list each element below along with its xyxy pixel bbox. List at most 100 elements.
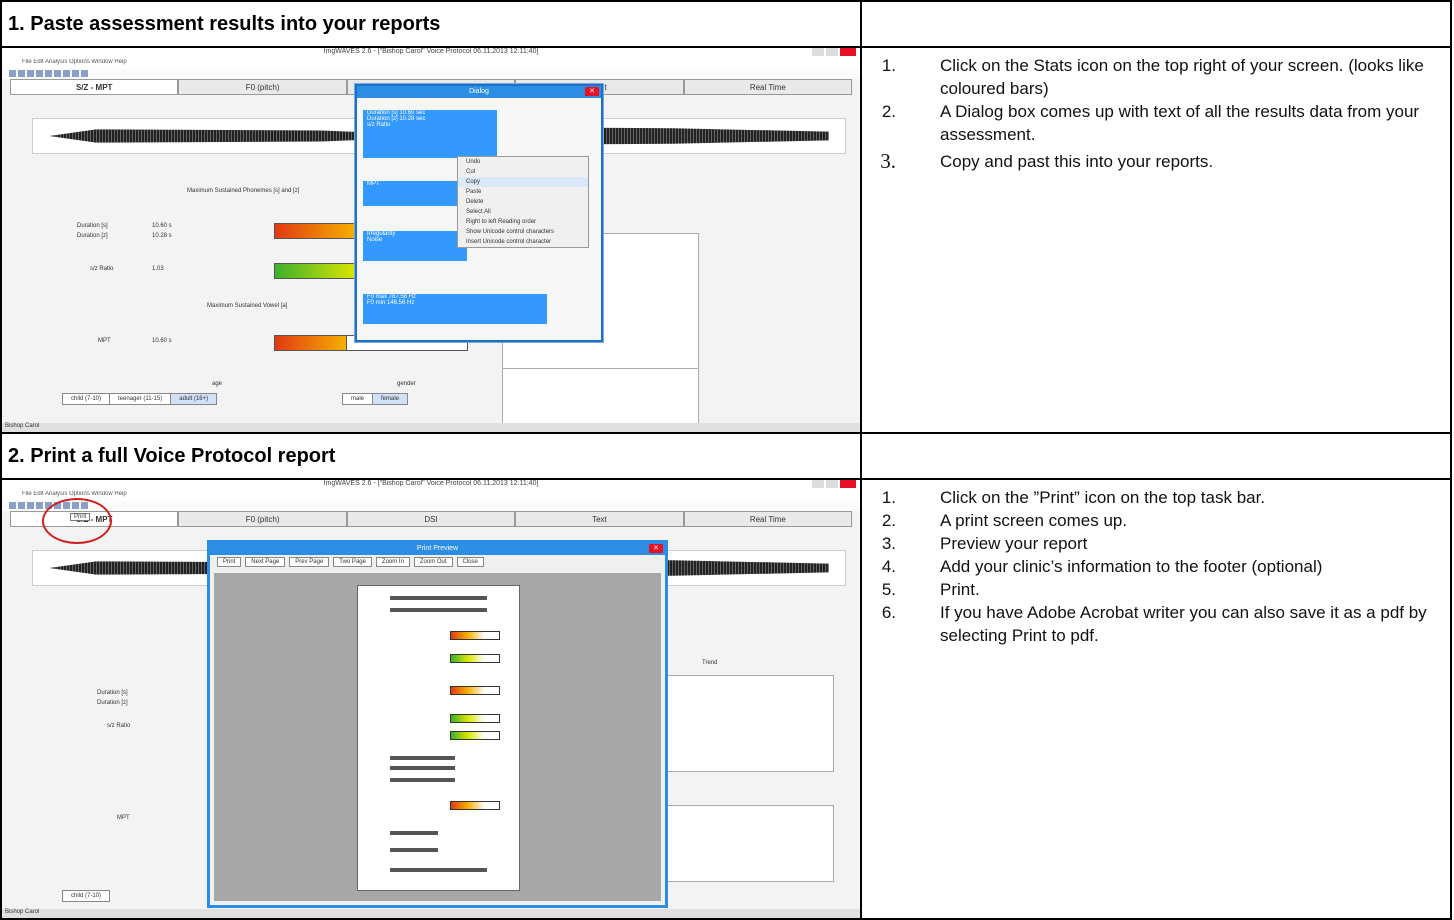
section2-header-empty bbox=[860, 432, 1452, 480]
preview-prev-button: Prev Page bbox=[289, 557, 330, 567]
section2-step-4: 4. Add your clinic’s information to the f… bbox=[862, 555, 1450, 578]
zoom-icon bbox=[54, 70, 61, 77]
window-controls bbox=[810, 480, 856, 490]
zoom-icon bbox=[45, 70, 52, 77]
section1-header-row: 1. Paste assessment results into your re… bbox=[0, 0, 1452, 48]
preview-area bbox=[214, 573, 661, 901]
trend-chart bbox=[662, 675, 834, 772]
section1-step-1: 1. Click on the Stats icon on the top rig… bbox=[862, 54, 1450, 100]
menu-item-select-all: Select All bbox=[466, 209, 491, 215]
tab-text: Text bbox=[515, 511, 684, 527]
mpt-value: 10.60 s bbox=[152, 338, 172, 344]
dur-z-label: Duration [z] bbox=[77, 233, 108, 239]
dur-s-label: Duration [s] bbox=[77, 223, 108, 229]
step-number: 3. bbox=[881, 534, 896, 553]
app-statusbar: Bishop Carol bbox=[2, 423, 860, 432]
report-bar bbox=[449, 731, 500, 740]
report-bar bbox=[449, 686, 500, 695]
section2-step-3: 3. Preview your report bbox=[862, 532, 1450, 555]
dialog-selection-1: Duration [s] 10.60 sec Duration [z] 10.2… bbox=[363, 110, 497, 158]
save-icon bbox=[27, 70, 34, 77]
menu-item-undo: Undo bbox=[466, 159, 481, 165]
step-text: Add your clinic’s information to the foo… bbox=[940, 557, 1323, 576]
section2-body-row: ImgWAVES 2.6 - ["Bishop Carol" Voice Pro… bbox=[0, 478, 1452, 920]
section2-step-5: 5. Print. bbox=[862, 578, 1450, 601]
dialog-selection-2: MPT bbox=[363, 181, 467, 206]
app-statusbar: Bishop Carol bbox=[2, 909, 860, 918]
preview-zoom-in-button: Zoom In bbox=[375, 557, 410, 567]
open-icon bbox=[18, 70, 25, 77]
dialog-row: Noise bbox=[367, 237, 383, 243]
report-bar bbox=[449, 714, 500, 723]
minimize-icon bbox=[812, 480, 824, 488]
age-child: child (7-10) bbox=[62, 890, 111, 902]
step-text: A Dialog box comes up with text of all t… bbox=[940, 102, 1420, 144]
report-line bbox=[390, 848, 439, 852]
trend-label: Trend bbox=[702, 660, 718, 666]
step-number: 1. bbox=[881, 488, 896, 507]
step-number: 3. bbox=[880, 149, 896, 173]
menu-item-show-unicode: Show Unicode control characters bbox=[466, 229, 555, 235]
report-line bbox=[390, 766, 455, 770]
app-menubar: File Edit Analysis Options Window Help bbox=[2, 59, 860, 68]
age-label: age bbox=[212, 381, 223, 387]
gender-buttons: male female bbox=[342, 393, 409, 405]
gender-female: female bbox=[372, 393, 409, 405]
step-text: A print screen comes up. bbox=[940, 511, 1128, 530]
close-icon bbox=[840, 48, 856, 56]
dur-s-label: Duration [s] bbox=[97, 690, 128, 696]
report-bar bbox=[449, 631, 500, 640]
dialog-title: Dialog bbox=[469, 88, 489, 95]
step-number: 4. bbox=[881, 557, 896, 576]
dur-z-label: Duration [z] bbox=[97, 700, 128, 706]
context-menu: Undo Cut Copy Paste Delete Select All Ri… bbox=[457, 156, 589, 248]
report-footer bbox=[390, 868, 487, 872]
gender-label: gender bbox=[397, 381, 416, 387]
step-number: 2. bbox=[881, 511, 896, 530]
section2-step-6: 6. If you have Adobe Acrobat writer you c… bbox=[862, 601, 1450, 647]
section1-step-3: 3. Copy and past this into your reports. bbox=[862, 150, 1450, 173]
app-menubar: File Edit Analysis Options Window Help bbox=[2, 491, 860, 500]
mpt-label: MPT bbox=[117, 815, 130, 821]
report-header bbox=[390, 608, 487, 612]
print-icon bbox=[36, 502, 43, 509]
screenshot-print-preview: ImgWAVES 2.6 - ["Bishop Carol" Voice Pro… bbox=[2, 480, 860, 918]
minimize-icon bbox=[812, 48, 824, 56]
app-tabs: S/Z - MPT F0 (pitch) DSI Text Real Time bbox=[10, 511, 853, 527]
section1-steps-cell: 1. Click on the Stats icon on the top rig… bbox=[860, 46, 1452, 434]
dialog-selection-4: F0 max 787.58 Hz F0 min 146.56 Hz bbox=[363, 294, 547, 324]
close-icon: ✕ bbox=[649, 544, 663, 553]
preview-print-button: Print bbox=[217, 557, 242, 567]
mpt-bar bbox=[274, 335, 348, 351]
tab-real-time: Real Time bbox=[683, 511, 853, 527]
menu-item-delete: Delete bbox=[466, 199, 484, 205]
dialog-row: MPT bbox=[367, 181, 380, 187]
stats-icon bbox=[81, 70, 88, 77]
section1-screenshot-cell: ImgWAVES 2.6 - ["Bishop Carol" Voice Pro… bbox=[0, 46, 862, 434]
play-icon bbox=[72, 70, 79, 77]
step-text: Copy and past this into your reports. bbox=[940, 152, 1214, 171]
preview-toolbar: Print Next Page Prev Page Two Page Zoom … bbox=[210, 555, 665, 569]
section1-body-row: ImgWAVES 2.6 - ["Bishop Carol" Voice Pro… bbox=[0, 46, 1452, 434]
print-preview-window: Print Preview ✕ Print Next Page Prev Pag… bbox=[207, 540, 668, 908]
age-buttons: child (7-10) teenager (11-15) adult (16+… bbox=[62, 393, 218, 405]
highlight-circle bbox=[42, 498, 112, 544]
report-header bbox=[390, 596, 487, 600]
app-title: ImgWAVES 2.6 - ["Bishop Carol" Voice Pro… bbox=[323, 480, 539, 487]
report-line bbox=[390, 756, 455, 760]
sz-ratio-label: s/z Ratio bbox=[90, 266, 114, 272]
dialog-titlebar: Dialog ✕ bbox=[357, 86, 601, 98]
step-text: Click on the Stats icon on the top right… bbox=[940, 56, 1424, 98]
age-buttons: child (7-10) bbox=[62, 890, 111, 902]
sz-ratio-label: s/z Ratio bbox=[107, 723, 131, 729]
report-line bbox=[390, 778, 455, 782]
preview-two-page-button: Two Page bbox=[333, 557, 372, 567]
step-text: Print. bbox=[940, 580, 980, 599]
tab-sz-mpt: S/Z - MPT bbox=[10, 79, 179, 95]
duration-bar bbox=[274, 223, 356, 239]
section1-step-2: 2. A Dialog box comes up with text of al… bbox=[862, 100, 1450, 146]
close-icon: ✕ bbox=[585, 87, 599, 96]
preview-close-button: Close bbox=[456, 557, 484, 567]
new-icon bbox=[9, 502, 16, 509]
app-title: ImgWAVES 2.6 - ["Bishop Carol" Voice Pro… bbox=[323, 48, 539, 55]
